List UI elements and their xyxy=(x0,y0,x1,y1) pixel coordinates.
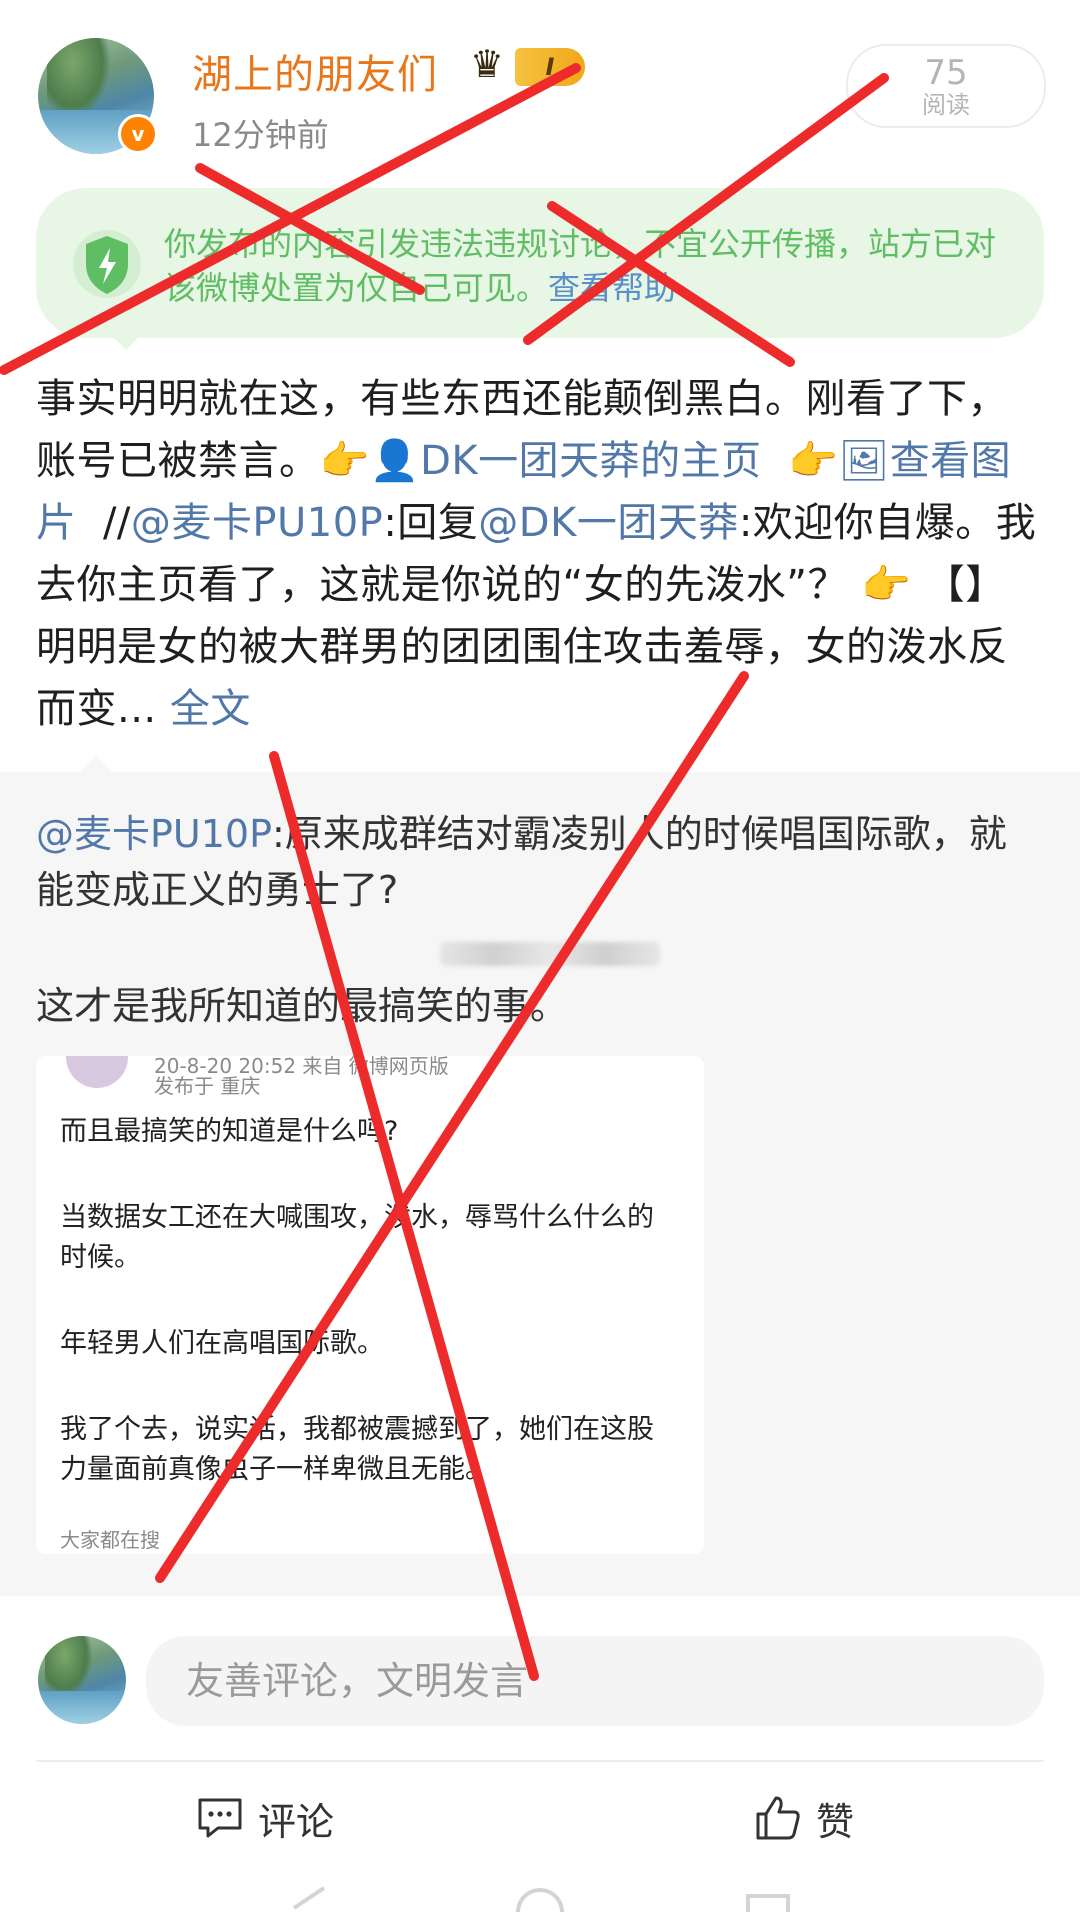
card-footer: 大家都在搜 xyxy=(60,1528,160,1552)
help-link[interactable]: 查看帮助 xyxy=(548,269,676,307)
shield-icon xyxy=(73,230,141,298)
like-button[interactable]: 赞 xyxy=(754,1790,854,1846)
member-level-badge[interactable]: I xyxy=(515,48,585,86)
read-label: 阅读 xyxy=(922,91,970,119)
post-body: 事实明明就在这，有些东西还能颠倒黑白。刚看了下，账号已被禁言。👉👤DK一团天莽的… xyxy=(36,368,1046,740)
embedded-screenshot[interactable]: 20-8-20 20:52 来自 微博网页版 发布于 重庆 而且最搞笑的知道是什… xyxy=(36,1056,704,1554)
divider xyxy=(36,1760,1044,1762)
full-text-link[interactable]: 全文 xyxy=(170,686,251,732)
notice-pointer xyxy=(110,334,142,350)
like-label: 赞 xyxy=(816,1799,855,1844)
recents-nav-icon[interactable] xyxy=(744,1892,792,1912)
my-avatar[interactable] xyxy=(38,1636,126,1724)
mention-link[interactable]: @麦卡PU10P xyxy=(131,500,383,546)
card-paragraph: 年轻男人们在高唱国际歌。 xyxy=(60,1328,384,1359)
repost-line-2: 这才是我所知道的最搞笑的事。 xyxy=(36,984,569,1028)
comment-button[interactable]: 评论 xyxy=(196,1790,334,1846)
profile-link-label: DK一团天莽的主页 xyxy=(420,438,762,484)
verified-badge-icon: v xyxy=(118,114,158,154)
post-timestamp: 12分钟前 xyxy=(192,116,329,154)
comment-icon xyxy=(198,1798,242,1838)
image-icon: 🖼 xyxy=(838,438,890,484)
repost-mention[interactable]: @麦卡PU10P xyxy=(36,812,272,856)
comment-label: 评论 xyxy=(258,1799,335,1844)
pointing-emoji-icon: 👉 xyxy=(788,438,839,484)
card-paragraph: 我了个去，说实话，我都被震撼到了，她们在这股力量面前真像虫子一样卑微且无能。 xyxy=(60,1414,654,1485)
notice-text: 你发布的内容引发违法违规讨论，不宜公开传播，站方已对该微博处置为仅自己可见。查看… xyxy=(164,222,1008,310)
blurred-text xyxy=(440,942,660,966)
post-text: :回复 xyxy=(383,500,479,546)
comment-input[interactable]: 友善评论，文明发言 xyxy=(146,1636,1044,1726)
read-count-badge: 75 阅读 xyxy=(846,44,1046,128)
repost-separator: // xyxy=(102,500,131,546)
card-paragraph: 而且最搞笑的知道是什么吗? xyxy=(60,1116,399,1147)
mention-link[interactable]: @DK一团天莽 xyxy=(478,500,739,546)
read-count: 75 xyxy=(924,53,968,93)
profile-link[interactable]: 👤DK一团天莽的主页 xyxy=(370,438,762,484)
card-location: 发布于 重庆 xyxy=(154,1074,261,1098)
pointing-emoji-icon: 👉 xyxy=(319,438,370,484)
crown-icon: ♛ xyxy=(470,42,505,86)
card-avatar xyxy=(66,1056,128,1088)
pointing-emoji-icon: 👉 xyxy=(861,562,912,608)
back-nav-icon[interactable] xyxy=(284,1886,334,1912)
user-icon: 👤 xyxy=(369,438,421,484)
card-paragraph: 当数据女工还在大喊围攻，泼水，辱骂什么什么的时候。 xyxy=(60,1202,654,1273)
repost-pointer xyxy=(80,756,112,772)
thumbs-up-icon xyxy=(756,1796,800,1840)
repost-text: @麦卡PU10P:原来成群结对霸凌别人的时候唱国际歌，就能变成正义的勇士了? xyxy=(36,806,1036,918)
author-name[interactable]: 湖上的朋友们 xyxy=(192,42,438,100)
home-nav-icon[interactable] xyxy=(512,1888,568,1912)
